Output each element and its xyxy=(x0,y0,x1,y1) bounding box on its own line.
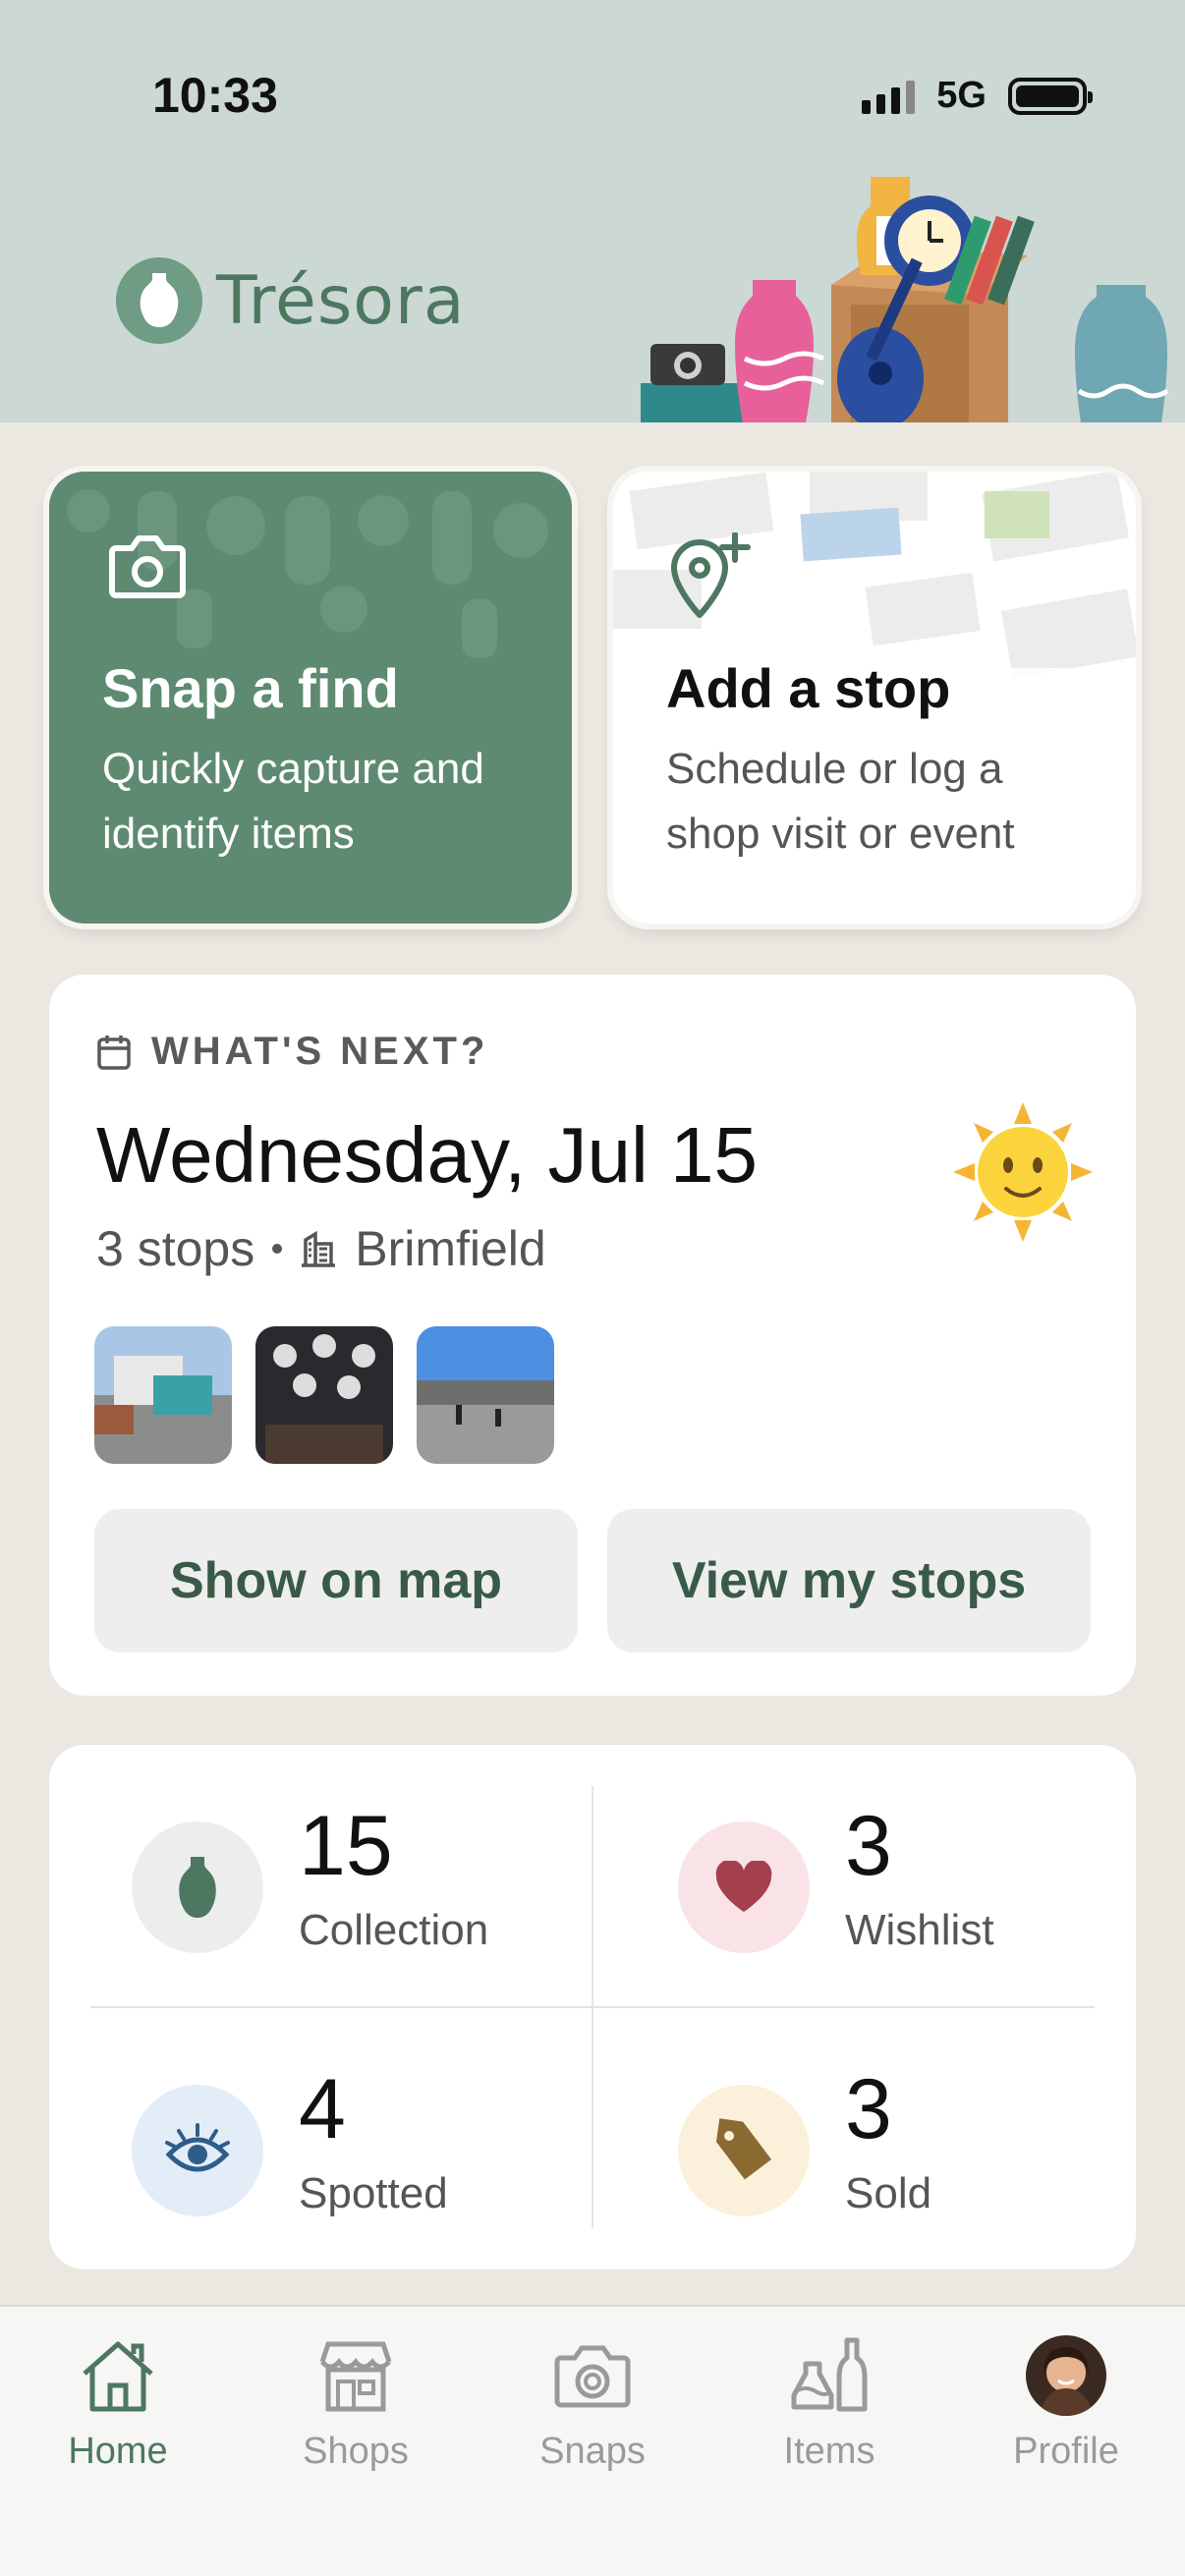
stats-divider xyxy=(90,2006,1095,2008)
items-icon xyxy=(731,2326,928,2425)
status-indicators: 5G xyxy=(862,75,1093,117)
add-a-stop-card[interactable]: Add a stop Schedule or log a shop visit … xyxy=(613,472,1136,924)
stop-thumbnails xyxy=(94,1326,554,1464)
tab-label: Home xyxy=(68,2431,168,2472)
stop-count: 3 stops xyxy=(96,1221,255,1276)
heart-icon xyxy=(678,1821,810,1953)
stat-value: 4 xyxy=(299,2062,346,2156)
stat-sold[interactable]: 3 Sold xyxy=(678,2061,1169,2238)
tab-home[interactable]: Home xyxy=(20,2326,216,2503)
calendar-icon xyxy=(97,1035,131,1070)
network-label: 5G xyxy=(936,75,987,116)
vase-icon xyxy=(132,1821,263,1953)
battery-icon xyxy=(1008,77,1093,115)
stop-card-title: Add a stop xyxy=(666,657,951,719)
eye-icon xyxy=(132,2085,263,2216)
snap-card-subtitle: Quickly capture and identify items xyxy=(102,745,484,858)
vase-logo-icon xyxy=(116,257,202,344)
stat-label: Wishlist xyxy=(845,1906,994,1954)
stat-label: Collection xyxy=(299,1906,489,1954)
tab-profile[interactable]: Profile xyxy=(968,2326,1164,2503)
tab-label: Shops xyxy=(303,2431,409,2472)
app-name: Trésora xyxy=(216,261,466,340)
home-icon xyxy=(20,2326,216,2425)
camera-icon xyxy=(106,532,189,606)
stat-wishlist[interactable]: 3 Wishlist xyxy=(678,1798,1169,1975)
separator-dot xyxy=(272,1244,283,1254)
avatar xyxy=(1026,2335,1106,2416)
location-name: Brimfield xyxy=(355,1221,546,1276)
view-my-stops-button[interactable]: View my stops xyxy=(607,1509,1091,1652)
stop-photo[interactable] xyxy=(255,1326,393,1464)
stat-value: 3 xyxy=(845,2062,892,2156)
snap-card-title: Snap a find xyxy=(102,657,399,719)
whats-next-header: WHAT'S NEXT? xyxy=(96,1030,488,1074)
show-on-map-button[interactable]: Show on map xyxy=(94,1509,578,1652)
stop-photo[interactable] xyxy=(417,1326,554,1464)
camera-icon xyxy=(494,2326,691,2425)
tab-label: Profile xyxy=(1013,2431,1119,2472)
shop-icon xyxy=(257,2326,454,2425)
snap-a-find-card[interactable]: Snap a find Quickly capture and identify… xyxy=(49,472,572,924)
treasures-illustration xyxy=(641,177,1169,422)
stat-value: 15 xyxy=(299,1799,393,1893)
next-date: Wednesday, Jul 15 xyxy=(96,1111,759,1199)
tab-label: Items xyxy=(783,2431,875,2472)
stop-photo[interactable] xyxy=(94,1326,232,1464)
app-header: 10:33 5G Trésora xyxy=(0,0,1185,422)
tab-bar: Home Shops Snaps Items Profile xyxy=(0,2305,1185,2576)
stop-card-subtitle: Schedule or log a shop visit or event xyxy=(666,745,1015,858)
tab-shops[interactable]: Shops xyxy=(257,2326,454,2503)
app-logo: Trésora xyxy=(116,257,466,344)
tab-snaps[interactable]: Snaps xyxy=(494,2326,691,2503)
stats-card: 15 Collection 3 Wishlist 4 Spotted 3 Sol… xyxy=(49,1745,1136,2269)
map-pin-plus-icon xyxy=(670,532,753,626)
tag-icon xyxy=(678,2085,810,2216)
stat-label: Sold xyxy=(845,2169,932,2217)
whats-next-card: WHAT'S NEXT? Wednesday, Jul 15 3 stops B… xyxy=(49,975,1136,1696)
stat-collection[interactable]: 15 Collection xyxy=(132,1798,623,1975)
stat-spotted[interactable]: 4 Spotted xyxy=(132,2061,623,2238)
tab-items[interactable]: Items xyxy=(731,2326,928,2503)
whats-next-label: WHAT'S NEXT? xyxy=(151,1030,489,1073)
signal-icon xyxy=(862,79,916,114)
sun-icon xyxy=(953,1102,1093,1247)
stat-value: 3 xyxy=(845,1799,892,1893)
building-icon xyxy=(302,1230,336,1267)
next-meta: 3 stops Brimfield xyxy=(96,1220,546,1277)
tab-label: Snaps xyxy=(539,2431,646,2472)
stat-label: Spotted xyxy=(299,2169,448,2217)
status-time: 10:33 xyxy=(152,68,278,123)
